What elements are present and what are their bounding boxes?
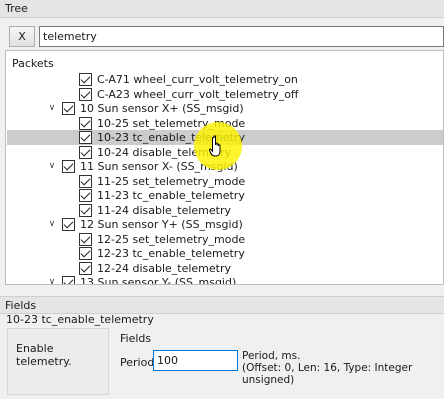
fields-group: Fields Period 100 Period, ms. (Offset: 0… bbox=[112, 328, 444, 399]
clear-filter-button[interactable]: X bbox=[9, 26, 35, 47]
period-label: Period bbox=[120, 356, 155, 369]
tree-row[interactable]: 12-23 tc_enable_telemetry bbox=[7, 246, 443, 261]
tree-row-label: 13 Sun sensor Y- (SS_msgid) bbox=[80, 276, 237, 285]
tree-row-label: 11-23 tc_enable_telemetry bbox=[97, 189, 245, 202]
period-input[interactable]: 100 bbox=[153, 350, 238, 371]
packet-description: Enable telemetry. bbox=[16, 342, 72, 368]
checkbox-checked-icon[interactable] bbox=[62, 102, 75, 115]
checkbox-checked-icon[interactable] bbox=[79, 87, 92, 101]
period-hint: Period, ms. (Offset: 0, Len: 16, Type: I… bbox=[242, 350, 444, 386]
tree-group-row[interactable]: ∨ 10 Sun sensor X+ (SS_msgid) bbox=[7, 101, 443, 116]
tree-row[interactable]: 12-24 disable_telemetry bbox=[7, 261, 443, 276]
tree-row-label: C-A23 wheel_curr_volt_telemetry_off bbox=[97, 87, 299, 101]
tree-row-label: 12-25 set_telemetry_mode bbox=[97, 232, 246, 246]
horizontal-scrollbar[interactable] bbox=[0, 285, 444, 293]
tree-row-label: 12 Sun sensor Y+ (SS_msgid) bbox=[80, 218, 243, 231]
fields-group-title: Fields bbox=[120, 332, 152, 345]
period-hint-details: (Offset: 0, Len: 16, Type: Integer unsig… bbox=[242, 362, 413, 386]
checkbox-checked-icon[interactable] bbox=[79, 189, 92, 202]
tree-row[interactable]: 11-23 tc_enable_telemetry bbox=[7, 188, 443, 203]
tree-row-label: 11-24 disable_telemetry bbox=[97, 203, 232, 217]
checkbox-checked-icon[interactable] bbox=[79, 247, 92, 260]
description-panel: Enable telemetry. bbox=[7, 328, 109, 395]
fields-section-header: Fields bbox=[0, 296, 444, 314]
chevron-down-icon[interactable]: ∨ bbox=[47, 217, 57, 232]
tree-row[interactable]: 11-25 set_telemetry_mode bbox=[7, 174, 443, 189]
tree-row-label: 11-25 set_telemetry_mode bbox=[97, 174, 246, 188]
tree-group-row[interactable]: ∨ 12 Sun sensor Y+ (SS_msgid) bbox=[7, 217, 443, 232]
chevron-down-icon[interactable]: ∨ bbox=[47, 101, 57, 116]
checkbox-checked-icon[interactable] bbox=[79, 116, 92, 130]
checkbox-checked-icon[interactable] bbox=[79, 145, 92, 159]
chevron-down-icon[interactable]: ∨ bbox=[47, 275, 57, 284]
tree-row[interactable]: 11-24 disable_telemetry bbox=[7, 203, 443, 218]
checkbox-checked-icon[interactable] bbox=[79, 131, 92, 144]
period-hint-unit: Period, ms. bbox=[242, 350, 301, 362]
packet-title: 10-23 tc_enable_telemetry bbox=[6, 313, 154, 326]
checkbox-checked-icon[interactable] bbox=[62, 218, 75, 231]
checkbox-checked-icon[interactable] bbox=[79, 232, 92, 246]
checkbox-checked-icon[interactable] bbox=[62, 160, 75, 173]
checkbox-checked-icon[interactable] bbox=[79, 174, 92, 188]
checkbox-checked-icon[interactable] bbox=[79, 203, 92, 217]
tree-row-label: C-A71 wheel_curr_volt_telemetry_on bbox=[97, 73, 298, 86]
tree-row-label: 10 Sun sensor X+ (SS_msgid) bbox=[80, 102, 244, 115]
checkbox-checked-icon[interactable] bbox=[79, 261, 92, 275]
checkbox-checked-icon[interactable] bbox=[62, 276, 75, 284]
checkbox-checked-icon[interactable] bbox=[79, 73, 92, 86]
tree-row-label: 12-24 disable_telemetry bbox=[97, 261, 232, 275]
tree-row-label: 12-23 tc_enable_telemetry bbox=[97, 247, 245, 260]
chevron-down-icon[interactable]: ∨ bbox=[47, 159, 57, 174]
packets-group-label: Packets bbox=[12, 57, 54, 70]
tree-row[interactable]: C-A23 wheel_curr_volt_telemetry_off bbox=[7, 87, 443, 102]
tree-row[interactable]: 12-25 set_telemetry_mode bbox=[7, 232, 443, 247]
tree-section-header: Tree bbox=[0, 0, 444, 18]
filter-input[interactable]: telemetry bbox=[39, 26, 444, 47]
tree-row[interactable]: C-A71 wheel_curr_volt_telemetry_on bbox=[7, 72, 443, 87]
hand-pointer-icon bbox=[209, 135, 221, 157]
tree-group-row[interactable]: ∨ 13 Sun sensor Y- (SS_msgid) bbox=[7, 275, 443, 285]
